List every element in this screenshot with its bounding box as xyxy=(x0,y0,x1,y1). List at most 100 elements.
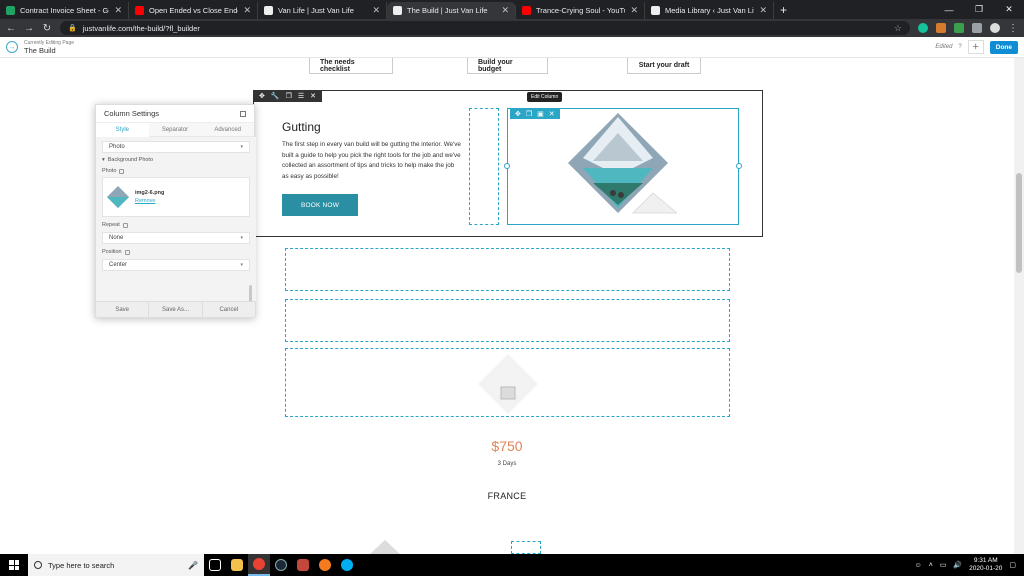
puzzle-extension-icon[interactable] xyxy=(972,23,982,33)
taskbar-search-input[interactable]: Type here to search 🎤 xyxy=(28,554,204,576)
close-icon[interactable]: ✕ xyxy=(114,5,122,16)
close-icon[interactable]: ✕ xyxy=(759,5,767,16)
reload-icon[interactable]: ↻ xyxy=(42,23,52,34)
steam-icon[interactable] xyxy=(270,554,292,576)
responsive-icon[interactable] xyxy=(119,168,125,174)
partial-column[interactable] xyxy=(511,541,541,554)
done-button[interactable]: Done xyxy=(989,40,1018,54)
start-draft-button[interactable]: Start your draft xyxy=(627,58,701,74)
time-text: 9:31 AM xyxy=(973,557,998,564)
needs-checklist-button[interactable]: The needs checklist xyxy=(309,58,393,74)
volume-icon[interactable]: 🔊 xyxy=(953,561,962,569)
skype-icon[interactable] xyxy=(336,554,358,576)
bookmark-star-icon[interactable]: ☆ xyxy=(894,23,902,34)
clock[interactable]: 9:31 AM 2020-01-20 xyxy=(969,557,1002,573)
app-icon[interactable] xyxy=(292,554,314,576)
tab-advanced[interactable]: Advanced xyxy=(201,127,254,133)
edit-column-icon[interactable]: ▣ xyxy=(537,110,544,118)
save-button[interactable]: Save xyxy=(96,302,150,317)
download-extension-icon[interactable] xyxy=(936,23,946,33)
responsive-icon[interactable] xyxy=(124,249,130,255)
new-tab-icon[interactable]: + xyxy=(774,3,793,19)
empty-column[interactable] xyxy=(469,108,499,225)
people-icon[interactable]: ☺ xyxy=(915,562,922,569)
minimize-panel-icon[interactable] xyxy=(240,110,246,117)
position-select[interactable]: Center ▾ xyxy=(102,259,250,271)
wrench-icon[interactable]: 🔧 xyxy=(271,92,280,100)
page-scrollbar-thumb[interactable] xyxy=(1016,173,1022,273)
maximize-icon[interactable]: ❐ xyxy=(964,0,994,19)
resize-handle-left[interactable] xyxy=(504,163,510,169)
duplicate-icon[interactable]: ❐ xyxy=(526,110,532,118)
network-icon[interactable]: ▭ xyxy=(940,561,947,569)
empty-row-2[interactable] xyxy=(285,299,730,342)
background-photo-section[interactable]: ▾ Background Photo xyxy=(96,157,256,163)
panel-header[interactable]: Column Settings xyxy=(96,105,254,123)
repeat-label: Repeat xyxy=(102,222,250,228)
remove-photo-link[interactable]: Remove xyxy=(135,198,164,204)
book-now-button[interactable]: BOOK NOW xyxy=(282,194,358,216)
edit-column-tooltip: Edit Column xyxy=(527,92,563,102)
close-icon[interactable]: ✕ xyxy=(243,5,251,16)
row-toolbar: ✥ 🔧 ❐ ☰ ✕ xyxy=(253,90,323,102)
file-explorer-icon[interactable] xyxy=(226,554,248,576)
panel-title: Column Settings xyxy=(104,109,160,118)
sheets-favicon-icon xyxy=(6,6,15,15)
browser-tab-6[interactable]: Media Library ‹ Just Van Life — W ✕ xyxy=(645,2,774,19)
editing-page-info[interactable]: Currently Editing Page The Build xyxy=(24,40,74,55)
notifications-icon[interactable]: ▢ xyxy=(1009,561,1016,569)
build-budget-button[interactable]: Build your budget xyxy=(467,58,548,74)
move-icon[interactable]: ✥ xyxy=(259,92,265,100)
tab-style[interactable]: Style xyxy=(96,122,149,137)
help-icon[interactable]: ? xyxy=(958,44,961,50)
menu-icon[interactable]: ☰ xyxy=(298,92,304,100)
close-icon[interactable]: ✕ xyxy=(630,5,638,16)
minimize-icon[interactable]: — xyxy=(934,0,964,19)
browser-tab-5[interactable]: Trance-Crying Soul - YouTub ✕ xyxy=(516,2,645,19)
close-icon[interactable]: ✕ xyxy=(372,5,380,16)
chrome-icon[interactable] xyxy=(248,554,270,576)
background-type-select[interactable]: Photo ▾ xyxy=(102,141,250,153)
gutting-description: The first step in every van build will b… xyxy=(282,141,461,180)
cancel-button[interactable]: Cancel xyxy=(203,302,256,317)
repeat-select[interactable]: None ▾ xyxy=(102,232,250,244)
search-icon xyxy=(34,561,42,569)
close-icon[interactable]: ✕ xyxy=(549,110,555,118)
profile-avatar-icon[interactable] xyxy=(990,23,1000,33)
tab-title: Open Ended vs Close Ended Prob xyxy=(149,6,238,15)
empty-row-1[interactable] xyxy=(285,248,730,291)
resize-handle-right[interactable] xyxy=(736,163,742,169)
extension-icon[interactable] xyxy=(954,23,964,33)
origin-icon[interactable] xyxy=(314,554,336,576)
browser-tab-3[interactable]: Van Life | Just Van Life ✕ xyxy=(258,2,387,19)
chevron-down-icon: ▾ xyxy=(240,235,243,241)
chevron-down-icon: ▾ xyxy=(102,157,105,163)
browser-tab-2[interactable]: Open Ended vs Close Ended Prob ✕ xyxy=(129,2,258,19)
browser-tab-1[interactable]: Contract Invoice Sheet - Google ✕ xyxy=(0,2,129,19)
forward-icon[interactable]: → xyxy=(24,23,34,34)
menu-dots-icon[interactable]: ⋮ xyxy=(1008,23,1018,34)
microphone-icon[interactable]: 🎤 xyxy=(188,561,198,570)
grammarly-extension-icon[interactable] xyxy=(918,23,928,33)
close-window-icon[interactable]: ✕ xyxy=(994,0,1024,19)
tab-separator[interactable]: Separator xyxy=(149,127,202,133)
save-as-button[interactable]: Save As... xyxy=(149,302,203,317)
address-input[interactable]: 🔒 justvanlife.com/the-build/?fl_builder … xyxy=(60,21,910,35)
close-icon[interactable]: ✕ xyxy=(501,5,509,16)
address-bar-row: ← → ↻ 🔒 justvanlife.com/the-build/?fl_bu… xyxy=(0,19,1024,37)
photo-field[interactable]: img2-6.png Remove xyxy=(102,177,250,217)
builder-logo-icon[interactable]: → xyxy=(6,41,18,53)
responsive-icon[interactable] xyxy=(122,222,128,228)
chevron-up-icon[interactable]: ˄ xyxy=(929,562,933,569)
page-scrollbar[interactable] xyxy=(1014,58,1024,554)
back-icon[interactable]: ← xyxy=(6,23,16,34)
move-icon[interactable]: ✥ xyxy=(515,110,521,118)
image-placeholder-icon xyxy=(478,354,538,414)
task-view-icon[interactable] xyxy=(204,554,226,576)
browser-tab-4[interactable]: The Build | Just Van Life ✕ xyxy=(387,2,516,19)
close-icon[interactable]: ✕ xyxy=(310,92,316,100)
add-content-button[interactable]: + xyxy=(967,40,984,54)
start-button[interactable] xyxy=(0,554,28,576)
country-heading: FRANCE xyxy=(487,491,527,501)
duplicate-icon[interactable]: ❐ xyxy=(286,92,292,100)
